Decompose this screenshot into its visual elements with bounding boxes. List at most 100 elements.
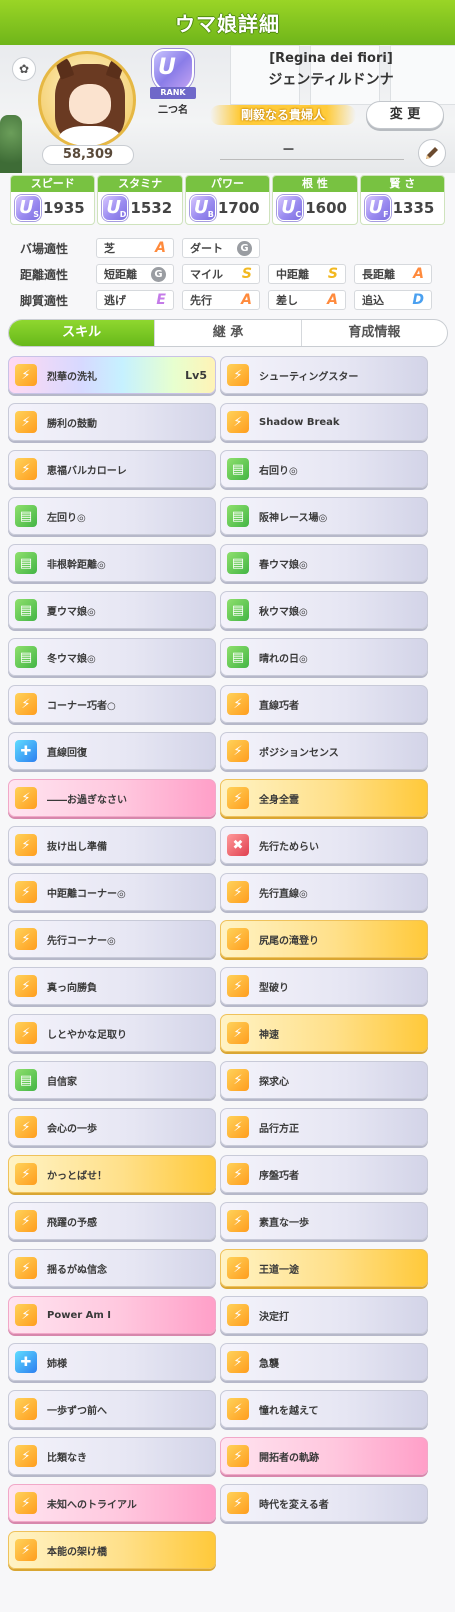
skill-card[interactable]: ⚡ 先行コーナー◎ [8, 920, 216, 958]
skill-card[interactable]: ⚡ 全身全霊 [220, 779, 428, 817]
stat-wisdom: 賢 さ UF 1335 [359, 175, 446, 225]
skill-name: 尻尾の滝登り [259, 935, 319, 947]
skill-card[interactable]: ⚡ ポジションセンス [220, 732, 428, 770]
skill-card[interactable]: ⚡ ――お過ぎなさい [8, 779, 216, 817]
skill-card[interactable]: ✚ 姉様 [8, 1343, 216, 1381]
stat-label: パワー [185, 176, 270, 192]
skill-name: 右回り◎ [259, 465, 298, 477]
skill-card[interactable]: ⚡ 探求心 [220, 1061, 428, 1099]
skill-card[interactable]: ⚡ 本能の架け橋 [8, 1531, 216, 1569]
tab-training-info[interactable]: 育成情報 [302, 320, 447, 346]
skill-red-icon: ✖ [227, 834, 249, 856]
skill-orange-icon: ⚡ [15, 693, 37, 715]
skill-card[interactable]: ⚡ Shadow Break [220, 403, 428, 441]
skill-card[interactable]: ⚡ 尻尾の滝登り [220, 920, 428, 958]
skill-card[interactable]: ⚡ 憧れを越えて [220, 1390, 428, 1428]
change-button[interactable]: 変 更 [366, 101, 444, 129]
skill-card[interactable]: ⚡ 急襲 [220, 1343, 428, 1381]
skill-card[interactable]: ▤ 右回り◎ [220, 450, 428, 488]
skill-card[interactable]: ⚡ 烈華の洗礼 Lv5 [8, 356, 216, 394]
skill-card[interactable]: ▤ 春ウマ娘◎ [220, 544, 428, 582]
evaluation-points: 58,309 [42, 145, 134, 165]
stat-label: 根 性 [273, 176, 357, 192]
skill-card[interactable]: ⚡ 品行方正 [220, 1108, 428, 1146]
skill-card[interactable]: ✚ 直線回復 [8, 732, 216, 770]
skill-name: 揺るがぬ信念 [47, 1264, 107, 1276]
skill-orange-icon: ⚡ [15, 881, 37, 903]
skill-card[interactable]: ⚡ 神速 [220, 1014, 428, 1052]
skill-card[interactable]: ▤ 冬ウマ娘◎ [8, 638, 216, 676]
skill-card[interactable]: ⚡ Power Am I [8, 1296, 216, 1334]
tab-skills[interactable]: スキル [9, 320, 156, 346]
skill-card[interactable]: ⚡ 勝利の鼓動 [8, 403, 216, 441]
profile-panel: ✿ 58,309 U RANK 二つ名 [Regina dei fiori] ジ… [0, 45, 455, 173]
skill-card[interactable]: ⚡ 型破り [220, 967, 428, 1005]
distance-aptitude-row: 距離適性 短距離 G マイル S 中距離 S 長距離 A [20, 263, 440, 285]
skill-card[interactable]: ⚡ 恵福バルカローレ [8, 450, 216, 488]
page-title: ウマ娘詳細 [175, 12, 280, 36]
skill-card[interactable]: ✖ 先行ためらい [220, 826, 428, 864]
skill-card[interactable]: ▤ 阪神レース場◎ [220, 497, 428, 535]
skill-card[interactable]: ⚡ 素直な一歩 [220, 1202, 428, 1240]
skill-card[interactable]: ⚡ 比類なき [8, 1437, 216, 1475]
skill-card[interactable]: ⚡ 一歩ずつ前へ [8, 1390, 216, 1428]
skill-name: 全身全霊 [259, 794, 299, 806]
skill-card[interactable]: ⚡ 王道一途 [220, 1249, 428, 1287]
skill-card[interactable]: ⚡ 時代を変える者 [220, 1484, 428, 1522]
skill-card[interactable]: ▤ 自信家 [8, 1061, 216, 1099]
skill-card[interactable]: ⚡ 直線巧者 [220, 685, 428, 723]
skill-name: 比類なき [47, 1452, 87, 1464]
skill-card[interactable]: ▤ 夏ウマ娘◎ [8, 591, 216, 629]
skill-card[interactable]: ⚡ 決定打 [220, 1296, 428, 1334]
skill-card[interactable]: ⚡ シューティングスター [220, 356, 428, 394]
skill-card[interactable]: ⚡ 会心の一歩 [8, 1108, 216, 1146]
skill-name: 秋ウマ娘◎ [259, 606, 308, 618]
skill-card[interactable]: ⚡ 真っ向勝負 [8, 967, 216, 1005]
skill-orange-icon: ⚡ [227, 1351, 249, 1373]
skill-orange-icon: ⚡ [15, 1304, 37, 1326]
skill-orange-icon: ⚡ [227, 1304, 249, 1326]
skill-card[interactable]: ⚡ 中距離コーナー◎ [8, 873, 216, 911]
tab-inheritance[interactable]: 継 承 [155, 320, 302, 346]
skill-name: かっとばせ！ [47, 1170, 107, 1182]
leaf-toggle-button[interactable]: ✿ [12, 57, 36, 81]
skill-card[interactable]: ▤ 晴れの日◎ [220, 638, 428, 676]
skill-card[interactable]: ⚡ 序盤巧者 [220, 1155, 428, 1193]
aptitude-dirt: ダート G [182, 238, 260, 258]
stats-row: スピード US 1935 スタミナ UD 1532 パワー UB 1700 根 … [10, 175, 446, 225]
skill-name: 勝利の鼓動 [47, 418, 97, 430]
skill-orange-icon: ⚡ [227, 1163, 249, 1185]
skill-orange-icon: ⚡ [227, 364, 249, 386]
skill-name: 急襲 [259, 1358, 279, 1370]
grade-badge: US [15, 195, 41, 221]
skill-orange-icon: ⚡ [227, 975, 249, 997]
skill-name: 自信家 [47, 1076, 77, 1088]
skill-orange-icon: ⚡ [227, 1069, 249, 1091]
skill-card[interactable]: ▤ 秋ウマ娘◎ [220, 591, 428, 629]
skill-card[interactable]: ▤ 左回り◎ [8, 497, 216, 535]
skill-card[interactable]: ▤ 非根幹距離◎ [8, 544, 216, 582]
skill-card[interactable]: ⚡ 飛躍の予感 [8, 1202, 216, 1240]
skill-card[interactable]: ⚡ 開拓者の軌跡 [220, 1437, 428, 1475]
skill-orange-icon: ⚡ [15, 1210, 37, 1232]
skill-card[interactable]: ⚡ 揺るがぬ信念 [8, 1249, 216, 1287]
pencil-icon [426, 147, 438, 159]
character-portrait[interactable] [38, 51, 136, 149]
skill-name: 探求心 [259, 1076, 289, 1088]
skill-name: ――お過ぎなさい [47, 794, 127, 806]
leaf-icon: ✿ [18, 62, 30, 76]
skill-name: 先行ためらい [259, 841, 319, 853]
edit-memo-button[interactable] [418, 139, 446, 167]
skill-card[interactable]: ⚡ しとやかな足取り [8, 1014, 216, 1052]
skill-card[interactable]: ⚡ コーナー巧者○ [8, 685, 216, 723]
skill-card[interactable]: ⚡ 抜け出し準備 [8, 826, 216, 864]
skill-green-icon: ▤ [15, 505, 37, 527]
skill-name: 本能の架け橋 [47, 1546, 107, 1558]
skill-name: 素直な一歩 [259, 1217, 309, 1229]
skill-card[interactable]: ⚡ かっとばせ！ [8, 1155, 216, 1193]
skill-card[interactable]: ⚡ 未知へのトライアル [8, 1484, 216, 1522]
skill-card[interactable]: ⚡ 先行直線◎ [220, 873, 428, 911]
skill-green-icon: ▤ [15, 599, 37, 621]
skill-green-icon: ▤ [227, 552, 249, 574]
rank-badge: U RANK 二つ名 [150, 49, 196, 116]
